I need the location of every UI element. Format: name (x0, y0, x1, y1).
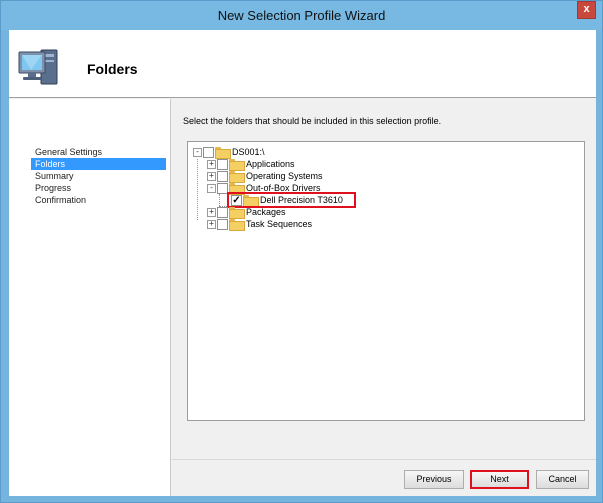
wizard-content: Select the folders that should be includ… (172, 99, 596, 496)
nav-item-confirmation[interactable]: Confirmation (31, 194, 90, 206)
tree-checkbox[interactable] (217, 218, 228, 230)
expand-icon[interactable]: + (207, 219, 216, 229)
collapse-icon[interactable]: - (207, 183, 216, 193)
folder-icon (229, 219, 245, 231)
folder-icon (229, 207, 245, 219)
folder-icon (229, 171, 245, 183)
tree-node-operating-systems[interactable]: + Operating Systems (207, 170, 323, 183)
close-button[interactable]: x (577, 1, 596, 19)
wizard-client-area: Folders General Settings Folders Summary… (9, 30, 596, 496)
nav-item-general-settings[interactable]: General Settings (31, 146, 106, 158)
previous-button[interactable]: Previous (404, 470, 464, 489)
page-title: Folders (87, 61, 138, 77)
tree-node-label: Task Sequences (246, 219, 313, 229)
folder-tree[interactable]: - DS001:\ + Applications + Operating Sys… (187, 141, 585, 421)
tree-node-label: Applications (246, 159, 295, 169)
cancel-button[interactable]: Cancel (536, 470, 589, 489)
next-button[interactable]: Next (470, 470, 529, 489)
wizard-header: Folders (9, 30, 596, 98)
tree-checkbox[interactable] (217, 158, 228, 170)
footer-separator (172, 459, 596, 460)
tree-checkbox[interactable] (217, 170, 228, 182)
window-title: New Selection Profile Wizard (217, 8, 386, 23)
nav-item-summary[interactable]: Summary (31, 170, 78, 182)
title-bar[interactable]: New Selection Profile Wizard x (1, 1, 602, 30)
expand-icon[interactable]: + (207, 207, 216, 217)
tree-node-label: Packages (246, 207, 286, 217)
tree-checkbox[interactable] (217, 206, 228, 218)
folder-icon (215, 147, 231, 159)
tree-node-label: DS001:\ (232, 147, 265, 157)
folder-icon (229, 159, 245, 171)
expand-icon[interactable]: + (207, 171, 216, 181)
nav-item-progress[interactable]: Progress (31, 182, 75, 194)
collapse-icon[interactable]: - (193, 147, 202, 157)
tree-node-root[interactable]: - DS001:\ (193, 146, 265, 159)
tree-connector (197, 159, 198, 220)
tree-checkbox[interactable] (203, 146, 214, 158)
tree-node-label: Operating Systems (246, 171, 323, 181)
nav-item-folders[interactable]: Folders (31, 158, 166, 170)
tree-node-task-sequences[interactable]: + Task Sequences (207, 218, 313, 231)
tree-node-applications[interactable]: + Applications (207, 158, 295, 171)
tree-node-packages[interactable]: + Packages (207, 206, 286, 219)
computer-icon (18, 49, 58, 85)
wizard-step-nav: General Settings Folders Summary Progres… (9, 99, 171, 496)
wizard-window: New Selection Profile Wizard x Folders G… (0, 0, 603, 503)
expand-icon[interactable]: + (207, 159, 216, 169)
tree-connector (219, 194, 220, 206)
instruction-text: Select the folders that should be includ… (183, 116, 442, 126)
